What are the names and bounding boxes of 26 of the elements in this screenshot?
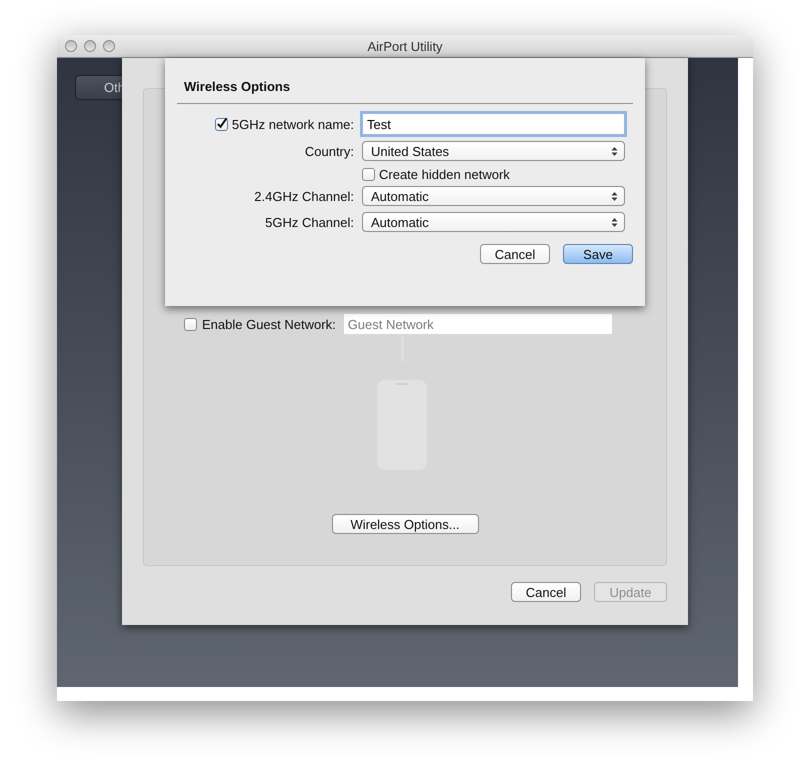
zoom-button[interactable] (103, 40, 115, 52)
channel-label: 5GHz Channel: (265, 214, 354, 230)
guest-network-label: Enable Guest Network: (202, 316, 336, 332)
window-title: AirPort Utility (367, 38, 443, 54)
stepper-icon (611, 190, 618, 202)
minimize-button[interactable] (84, 40, 96, 52)
hidden-network-label: Create hidden network (379, 167, 510, 182)
channel-label: 2.4GHz Channel: (254, 188, 354, 204)
guest-network-field[interactable]: Guest Network (344, 314, 612, 334)
guest-checkbox[interactable] (184, 318, 197, 330)
country-label: Country: (304, 144, 354, 158)
channel-dropdown[interactable]: Automatic (362, 212, 625, 232)
sheet-title: Wireless Options (183, 79, 292, 95)
dialog-button[interactable]: Save (563, 244, 633, 264)
close-button[interactable] (65, 40, 77, 52)
country-dropdown[interactable]: United States (362, 141, 625, 161)
stepper-icon (611, 216, 618, 228)
network-name-label: 5GHz network name: (232, 116, 354, 132)
dialog-button[interactable]: Cancel (480, 244, 550, 264)
wireless-options-button[interactable]: Wireless Options... (332, 514, 478, 534)
channel-dropdown[interactable]: Automatic (362, 186, 625, 206)
network-name-checkbox[interactable] (214, 118, 228, 130)
stepper-icon (611, 146, 618, 156)
sheet-button[interactable]: Cancel (511, 582, 581, 602)
hidden-network-checkbox[interactable] (362, 168, 375, 181)
network-name-field[interactable]: Test (362, 113, 625, 135)
